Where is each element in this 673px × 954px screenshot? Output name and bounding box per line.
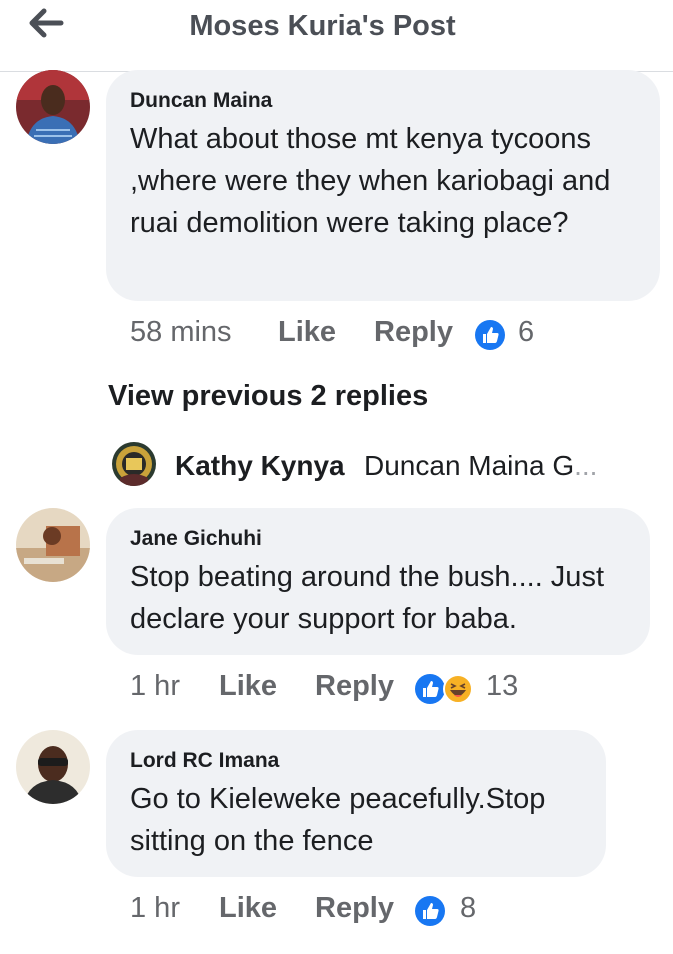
comment-author[interactable]: Duncan Maina <box>130 88 636 114</box>
comment-timestamp: 1 hr <box>130 670 180 702</box>
like-icon[interactable] <box>415 674 445 704</box>
haha-icon[interactable] <box>443 674 473 704</box>
avatar[interactable] <box>16 730 90 804</box>
reply-ellipsis: ... <box>574 450 598 481</box>
like-button[interactable]: Like <box>278 316 336 349</box>
reaction-count[interactable]: 6 <box>518 316 534 349</box>
comment-text: Go to Kieleweke peacefully.Stop sitting … <box>130 783 546 857</box>
reply-author[interactable]: Kathy Kynya <box>175 450 345 482</box>
page-title: Moses Kuria's Post <box>189 10 456 42</box>
comment-bubble: Duncan Maina What about those mt kenya t… <box>106 70 660 301</box>
like-button[interactable]: Like <box>219 892 277 925</box>
view-previous-replies-link[interactable]: View previous 2 replies <box>108 380 428 413</box>
avatar[interactable] <box>16 70 90 144</box>
like-icon[interactable] <box>475 320 505 350</box>
reply-button[interactable]: Reply <box>315 892 394 925</box>
comment-actions: 1 hr Like Reply 13 <box>130 670 550 710</box>
comment-bubble: Jane Gichuhi Stop beating around the bus… <box>106 508 650 655</box>
reaction-count[interactable]: 13 <box>486 670 518 703</box>
like-icon[interactable] <box>415 896 445 926</box>
post-header: Moses Kuria's Post <box>0 0 673 72</box>
comment-actions: 58 mins Like Reply 6 <box>130 316 560 356</box>
like-button[interactable]: Like <box>219 670 277 703</box>
comment-timestamp: 1 hr <box>130 892 180 924</box>
comment-actions: 1 hr Like Reply 8 <box>130 892 530 932</box>
comment-text: Stop beating around the bush.... Just de… <box>130 561 604 635</box>
reply-preview[interactable]: Kathy Kynya Duncan Maina G... <box>112 442 652 488</box>
avatar[interactable] <box>112 442 156 486</box>
comment-bubble: Lord RC Imana Go to Kieleweke peacefully… <box>106 730 606 877</box>
reaction-count[interactable]: 8 <box>460 892 476 925</box>
reply-text: Duncan Maina G... <box>364 450 598 481</box>
comment-author[interactable]: Jane Gichuhi <box>130 526 626 552</box>
reply-button[interactable]: Reply <box>315 670 394 703</box>
reply-button[interactable]: Reply <box>374 316 453 349</box>
comment-timestamp: 58 mins <box>130 316 232 348</box>
comment-text: What about those mt kenya tycoons ,where… <box>130 123 611 239</box>
avatar[interactable] <box>16 508 90 582</box>
comment-author[interactable]: Lord RC Imana <box>130 748 582 774</box>
